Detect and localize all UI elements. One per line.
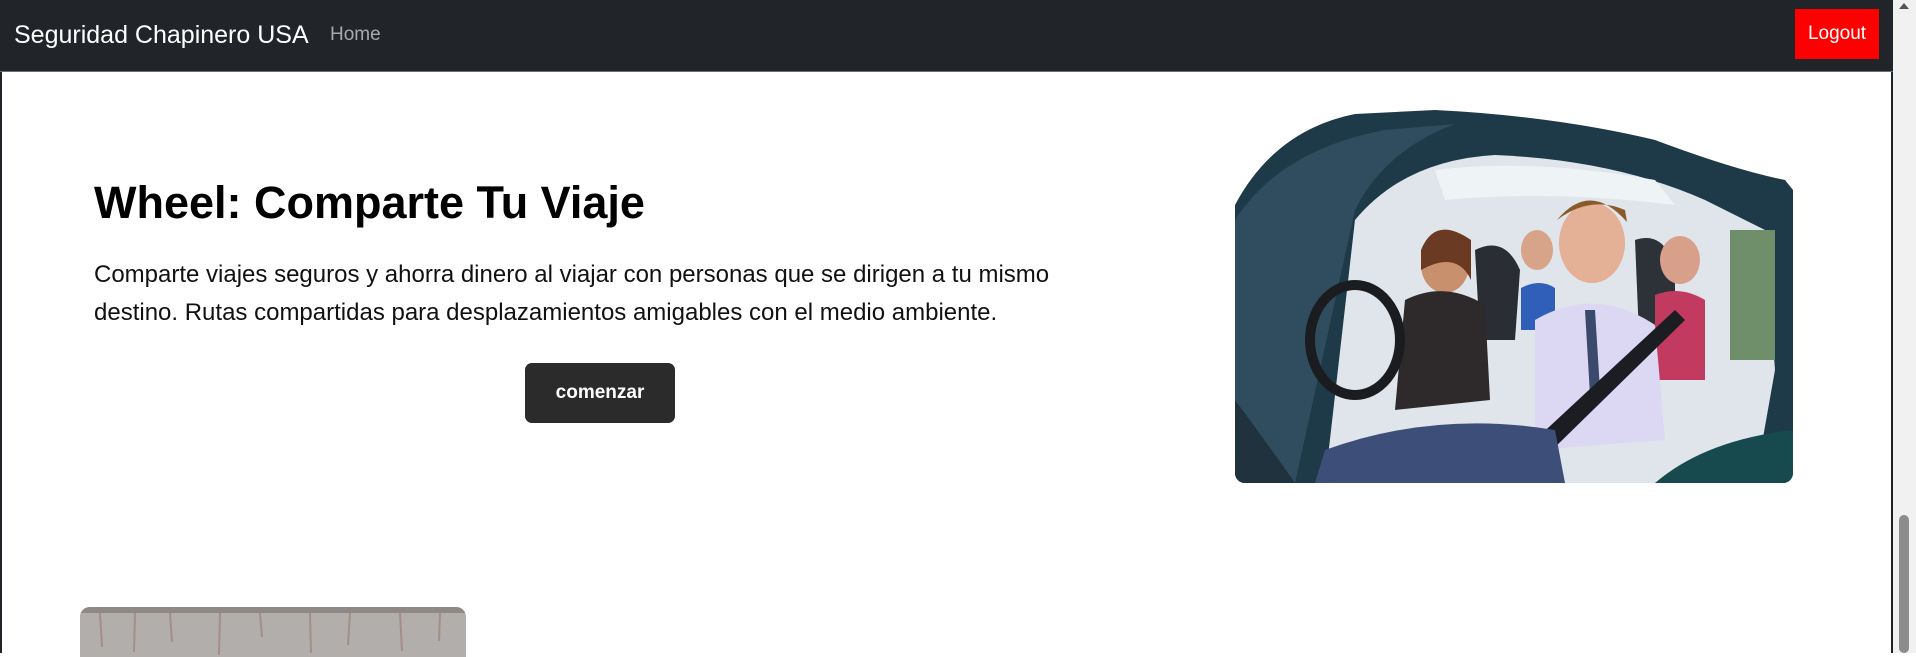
- page-border-left: [0, 72, 2, 653]
- scrollbar-thumb[interactable]: [1899, 515, 1909, 653]
- page-scrollbar[interactable]: [1893, 0, 1916, 653]
- brand-title[interactable]: Seguridad Chapinero USA: [14, 20, 309, 50]
- hero-description: Comparte viajes seguros y ahorra dinero …: [94, 261, 1050, 326]
- scroll-up-arrow-icon[interactable]: [1899, 3, 1909, 9]
- logout-button[interactable]: Logout: [1795, 9, 1879, 59]
- hero-title: Wheel: Comparte Tu Viaje: [94, 177, 645, 228]
- card-image-thumbnail: [80, 607, 466, 657]
- top-navbar: Seguridad Chapinero USA Home Logout: [0, 0, 1893, 72]
- nav-link-home[interactable]: Home: [330, 24, 381, 46]
- start-button[interactable]: comenzar: [525, 363, 675, 423]
- hero-car-image: [1235, 110, 1793, 483]
